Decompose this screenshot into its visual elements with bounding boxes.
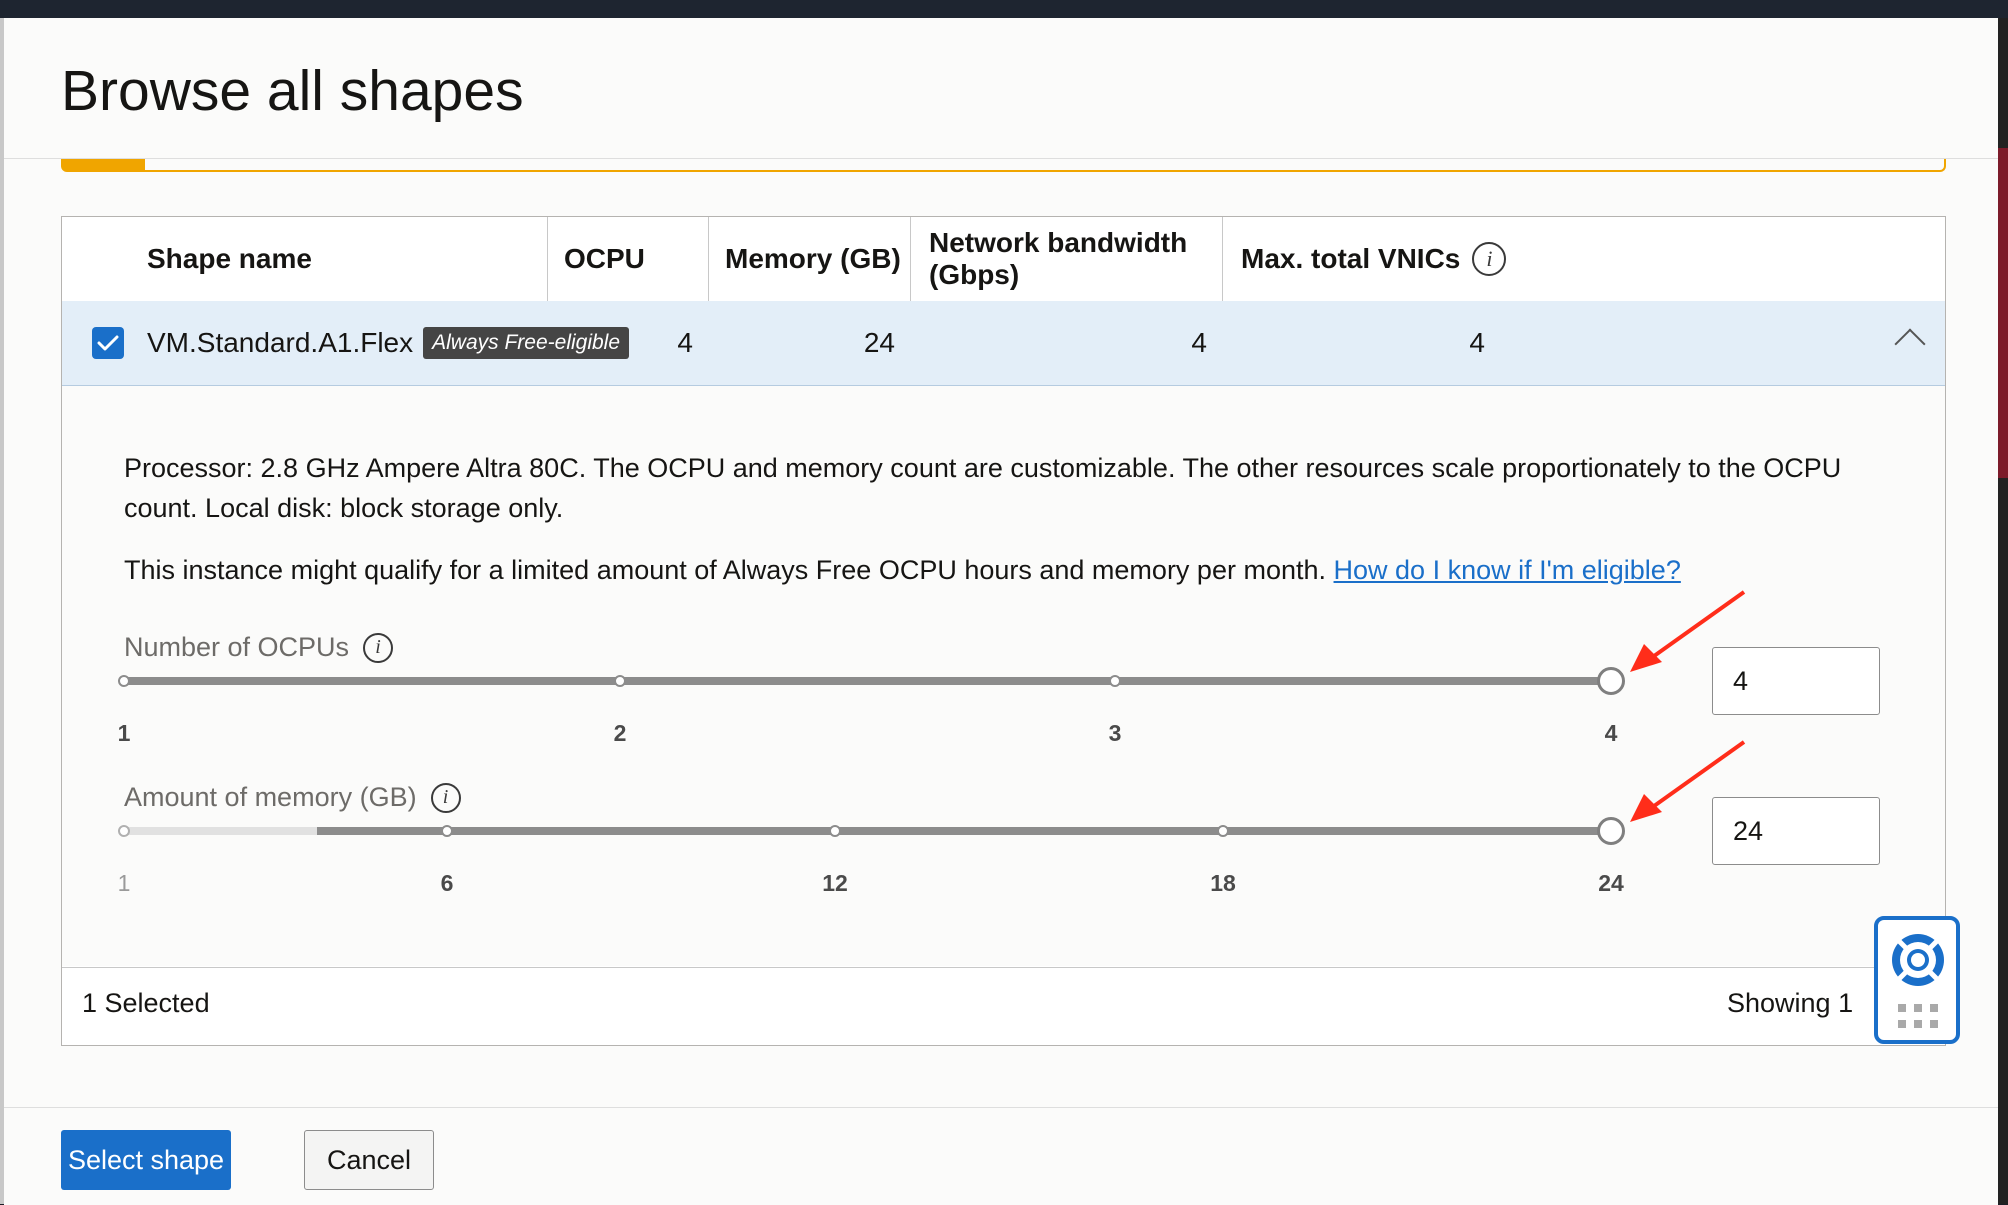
memory-tick-label: 18 [1210, 870, 1236, 896]
info-icon[interactable]: i [363, 632, 394, 663]
memory-value: 24 [863, 327, 895, 358]
column-header-ocpu[interactable]: OCPU [547, 217, 708, 301]
slider-stop[interactable] [118, 825, 130, 837]
slider-stop[interactable] [118, 675, 130, 687]
ocpu-slider-handle[interactable] [1597, 667, 1625, 695]
network-bandwidth-value: 4 [1191, 327, 1207, 358]
dialog-title: Browse all shapes [61, 59, 524, 123]
shape-name: VM.Standard.A1.Flex [147, 327, 414, 358]
table-row[interactable]: VM.Standard.A1.Flex Always Free-eligible… [62, 301, 1945, 386]
memory-slider-handle[interactable] [1597, 817, 1625, 845]
shape-details-panel: Processor: 2.8 GHz Ampere Altra 80C. The… [62, 386, 1945, 966]
column-header-shape-name[interactable]: Shape name [147, 217, 547, 301]
window-top-band [0, 0, 2008, 18]
free-tier-note: This instance might qualify for a limite… [124, 550, 1681, 590]
shape-description: Processor: 2.8 GHz Ampere Altra 80C. The… [124, 453, 1842, 523]
slider-stop[interactable] [1109, 675, 1122, 687]
browse-shapes-dialog: Browse all shapes Shape name OCPU Memory… [0, 18, 1998, 1205]
table-header: Shape name OCPU Memory (GB) Network band… [62, 217, 1945, 302]
memory-tick-label: 6 [440, 870, 454, 896]
showing-count: Showing 1 [1727, 988, 1854, 1018]
red-arrow-annotation [1630, 740, 1746, 822]
ocpu-slider-label-text: Number of OCPUs [124, 632, 350, 662]
info-icon[interactable]: i [430, 782, 461, 813]
shapes-table: Shape name OCPU Memory (GB) Network band… [61, 216, 1946, 1046]
table-footer: 1 Selected Showing 1 [62, 967, 1945, 1046]
slider-stop[interactable] [1216, 825, 1229, 837]
memory-tick-label: 12 [822, 870, 848, 896]
memory-slider-disabled-range [124, 827, 318, 835]
dialog-header: Browse all shapes [4, 18, 1998, 159]
column-header-network-bandwidth[interactable]: Network bandwidth (Gbps) [910, 217, 1222, 301]
memory-tick-label: 24 [1598, 870, 1624, 896]
cancel-button[interactable]: Cancel [304, 1130, 434, 1190]
column-header-memory[interactable]: Memory (GB) [708, 217, 910, 301]
ocpu-value: 4 [677, 327, 693, 358]
chevron-up-icon[interactable] [1894, 328, 1926, 360]
max-vnics-value: 4 [1469, 327, 1485, 358]
ocpu-slider-track[interactable] [118, 667, 1625, 695]
column-header-max-vnics-label: Max. total VNICs [1241, 243, 1461, 274]
memory-slider-label: Amount of memory (GB) i [124, 782, 461, 813]
ocpu-tick-label: 1 [117, 720, 131, 746]
slider-stop[interactable] [828, 825, 841, 837]
free-tier-note-text: This instance might qualify for a limite… [124, 555, 1327, 585]
red-arrow-annotation [1630, 590, 1746, 672]
background-edge [1998, 18, 2008, 1204]
selected-count: 1 Selected [82, 988, 210, 1018]
ocpu-slider-label: Number of OCPUs i [124, 632, 394, 663]
dialog-footer: Select shape Cancel [4, 1107, 1998, 1205]
memory-slider-track[interactable] [118, 817, 1625, 845]
memory-tick-label: 1 [117, 870, 131, 896]
select-shape-button[interactable]: Select shape [61, 1130, 231, 1190]
ocpu-tick-label: 2 [613, 720, 627, 746]
slider-stop[interactable] [613, 675, 626, 687]
help-widget[interactable] [1874, 916, 1960, 1044]
column-header-max-vnics[interactable]: Max. total VNICs i [1222, 217, 1545, 301]
memory-slider-label-text: Amount of memory (GB) [124, 782, 417, 812]
checkbox-checked-icon[interactable] [92, 327, 124, 359]
lifebuoy-icon[interactable] [1888, 930, 1948, 990]
ocpu-tick-label: 3 [1108, 720, 1122, 746]
grid-dots-icon [1898, 1004, 1938, 1028]
info-icon[interactable]: i [1472, 242, 1507, 276]
slider-stop[interactable] [440, 825, 453, 837]
eligibility-link[interactable]: How do I know if I'm eligible? [1334, 555, 1681, 585]
warning-banner-edge [61, 159, 1946, 172]
